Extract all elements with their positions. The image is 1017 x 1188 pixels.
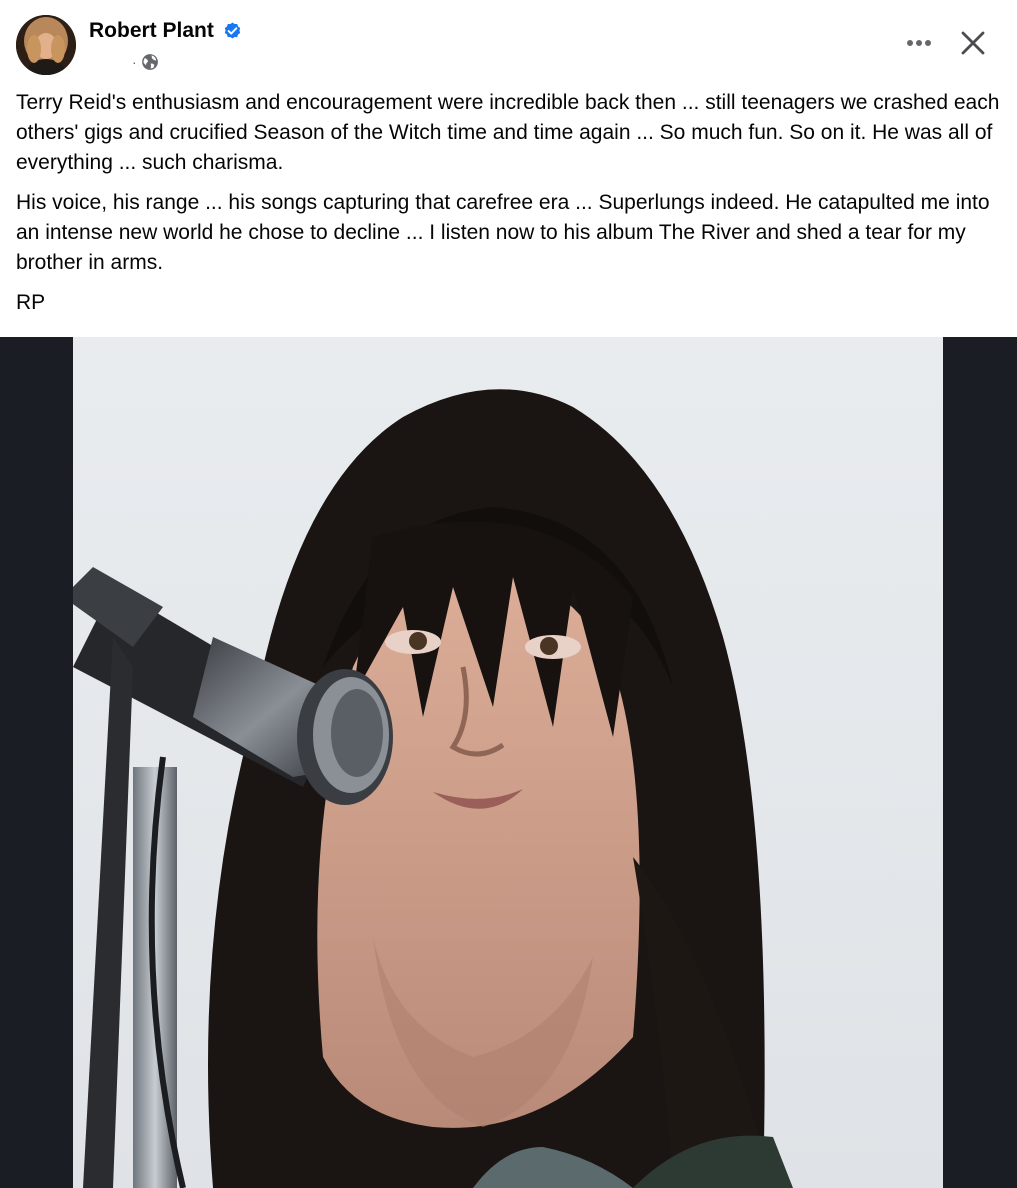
more-horizontal-icon <box>907 40 931 46</box>
post-header: Robert Plant · <box>0 0 1017 90</box>
post-photo[interactable] <box>73 337 943 1188</box>
post-card: Robert Plant · Terry Reid's enthusiasm a… <box>0 0 1017 1188</box>
verified-badge-icon <box>224 22 241 39</box>
close-icon <box>961 31 985 55</box>
post-text: Terry Reid's enthusiasm and encouragemen… <box>16 88 1006 328</box>
author-name[interactable]: Robert Plant <box>89 16 214 46</box>
globe-icon[interactable] <box>141 53 159 71</box>
post-media <box>0 337 1017 1188</box>
close-button[interactable] <box>953 24 993 62</box>
more-options-button[interactable] <box>900 26 938 60</box>
post-meta: · <box>132 51 159 73</box>
singer-photo <box>73 337 943 1188</box>
author-avatar[interactable] <box>16 15 76 75</box>
post-paragraph: His voice, his range ... his songs captu… <box>16 191 990 274</box>
post-signature: RP <box>16 291 46 314</box>
avatar-photo <box>16 15 76 75</box>
meta-separator: · <box>132 54 137 70</box>
post-paragraph: Terry Reid's enthusiasm and encouragemen… <box>16 91 1000 174</box>
